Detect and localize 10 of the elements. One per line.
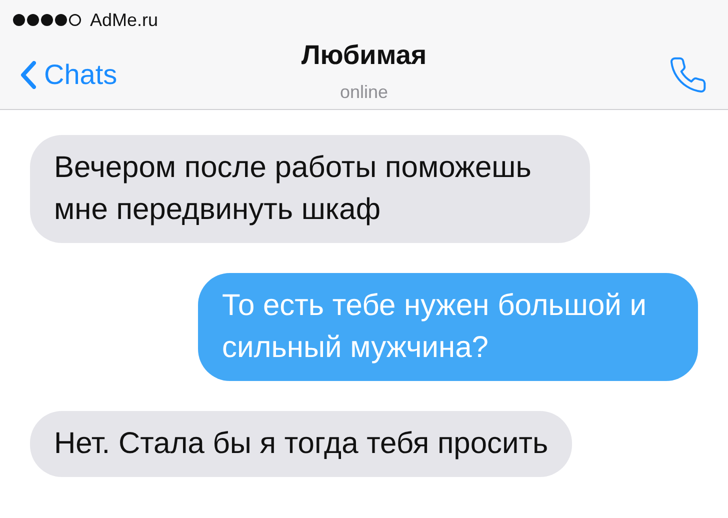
carrier-name: AdMe.ru xyxy=(90,8,158,32)
contact-name: Любимая xyxy=(301,38,427,72)
signal-icon xyxy=(12,13,82,27)
message-bubble: Вечером после работы поможешь мне передвинуть шкаф xyxy=(30,135,590,243)
message-bubble: Нет. Стала бы я тогда тебя просить xyxy=(30,411,572,477)
contact-status: online xyxy=(340,81,388,104)
phone-icon[interactable] xyxy=(668,54,708,94)
message-bubble: То есть тебе нужен большой и сильный мужчина? xyxy=(198,273,698,381)
chevron-left-icon xyxy=(20,60,36,88)
back-button[interactable]: Chats xyxy=(20,54,200,96)
